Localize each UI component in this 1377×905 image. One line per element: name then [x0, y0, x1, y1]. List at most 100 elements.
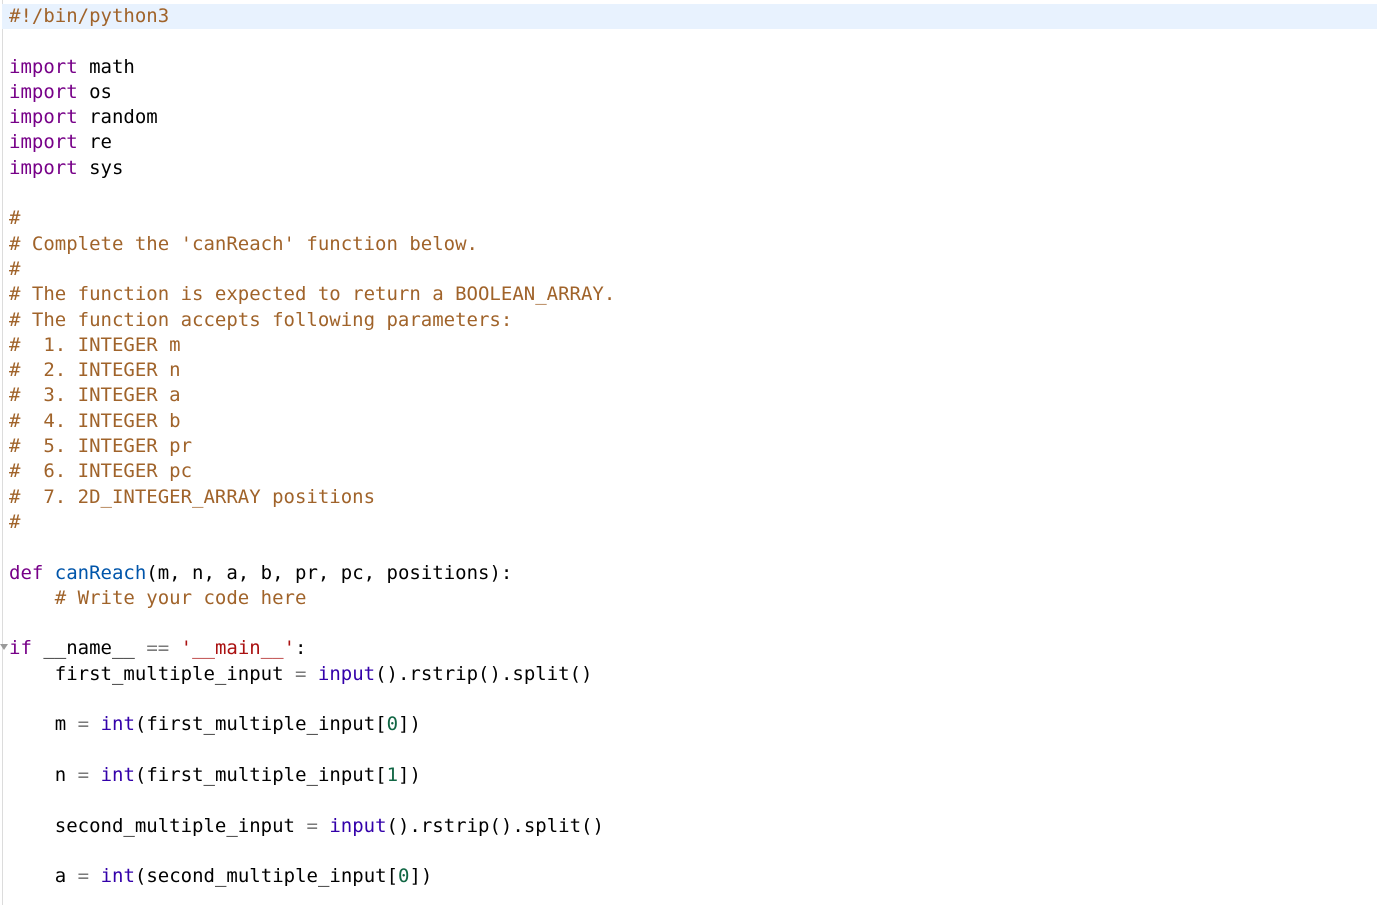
code-line-5[interactable]: import random — [9, 105, 1377, 130]
comment: # The function accepts following paramet… — [9, 308, 513, 331]
import-keyword: import — [9, 131, 78, 154]
code-line-14[interactable]: # 1. INTEGER m — [9, 333, 1377, 358]
variable: first_multiple_input — [146, 713, 376, 736]
assign-operator: = — [77, 713, 90, 736]
param-comment: # 7. 2D_INTEGER_ARRAY positions — [9, 485, 376, 508]
paren: ( — [134, 713, 147, 736]
import-keyword: import — [9, 156, 78, 179]
variable: first_multiple_input — [54, 662, 284, 685]
code-area[interactable]: #!/bin/python3 import math import os imp… — [2, 4, 1377, 889]
bracket: ]) — [409, 865, 433, 888]
code-line-6[interactable]: import re — [9, 130, 1377, 155]
code-line-29[interactable]: m = int(first_multiple_input[0]) — [9, 712, 1377, 737]
def-keyword: def — [9, 561, 44, 584]
code-line-7[interactable]: import sys — [9, 156, 1377, 181]
variable: first_multiple_input — [146, 763, 376, 786]
comment: # — [9, 207, 21, 230]
name-variable: __name__ — [43, 637, 135, 660]
code-line-25[interactable] — [9, 611, 1377, 636]
param-comment: # 4. INTEGER b — [9, 409, 181, 432]
code-line-11[interactable]: # — [9, 257, 1377, 282]
variable: second_multiple_input — [146, 865, 387, 888]
code-line-10[interactable]: # Complete the 'canReach' function below… — [9, 232, 1377, 257]
code-line-16[interactable]: # 3. INTEGER a — [9, 383, 1377, 408]
method-chain: ().rstrip().split() — [375, 662, 593, 685]
code-line-12[interactable]: # The function is expected to return a B… — [9, 282, 1377, 307]
code-line-23[interactable]: def canReach(m, n, a, b, pr, pc, positio… — [9, 561, 1377, 586]
code-line-19[interactable]: # 6. INTEGER pc — [9, 459, 1377, 484]
param-comment: # 6. INTEGER pc — [9, 460, 193, 483]
code-line-8[interactable] — [9, 181, 1377, 206]
builtin-int: int — [100, 763, 135, 786]
comment: # — [9, 510, 21, 533]
code-line-9[interactable]: # — [9, 206, 1377, 231]
if-keyword: if — [9, 637, 32, 660]
function-args: (m, n, a, b, pr, pc, positions): — [146, 561, 513, 584]
number: 0 — [398, 865, 410, 888]
builtin-input: input — [317, 662, 376, 685]
code-line-26[interactable]: if __name__ == '__main__': — [9, 636, 1377, 661]
code-line-33[interactable]: second_multiple_input = input().rstrip()… — [9, 814, 1377, 839]
assign-operator: = — [306, 814, 318, 837]
code-line-18[interactable]: # 5. INTEGER pr — [9, 434, 1377, 459]
module-name: sys — [89, 156, 124, 179]
comment: # — [9, 257, 21, 280]
variable: second_multiple_input — [54, 814, 295, 837]
code-line-3[interactable]: import math — [9, 55, 1377, 80]
module-name: os — [89, 80, 112, 103]
param-comment: # 5. INTEGER pr — [9, 435, 193, 458]
code-line-2[interactable] — [9, 29, 1377, 54]
number: 1 — [386, 763, 399, 786]
paren: ( — [134, 865, 147, 888]
param-comment: # 3. INTEGER a — [9, 384, 181, 407]
code-line-32[interactable] — [9, 788, 1377, 813]
code-line-1[interactable]: #!/bin/python3 — [2, 4, 1377, 30]
comment: # Complete the 'canReach' function below… — [9, 232, 478, 255]
number: 0 — [386, 713, 399, 736]
code-line-35[interactable]: a = int(second_multiple_input[0]) — [9, 864, 1377, 889]
assign-operator: = — [295, 662, 307, 685]
equality-operator: == — [146, 637, 170, 660]
code-line-24[interactable]: # Write your code here — [9, 586, 1377, 611]
write-code-comment: # Write your code here — [54, 586, 307, 609]
main-string: '__main__' — [180, 637, 296, 660]
code-line-28[interactable] — [9, 687, 1377, 712]
module-name: math — [89, 55, 135, 78]
variable: a — [54, 865, 67, 888]
bracket: [ — [375, 713, 387, 736]
code-editor[interactable]: #!/bin/python3 import math import os imp… — [0, 0, 1377, 905]
variable: n — [54, 763, 67, 786]
module-name: re — [89, 131, 112, 154]
import-keyword: import — [9, 55, 78, 78]
code-line-22[interactable] — [9, 535, 1377, 560]
builtin-input: input — [329, 814, 387, 837]
code-line-30[interactable] — [9, 738, 1377, 763]
code-line-31[interactable]: n = int(first_multiple_input[1]) — [9, 763, 1377, 788]
comment: # The function is expected to return a B… — [9, 283, 616, 306]
colon: : — [295, 637, 307, 660]
bracket: [ — [386, 865, 399, 888]
assign-operator: = — [77, 763, 90, 786]
paren: ( — [134, 763, 147, 786]
bracket: ]) — [398, 713, 421, 736]
shebang-comment: #!/bin/python3 — [9, 5, 170, 27]
import-keyword: import — [9, 106, 78, 129]
variable: m — [54, 713, 67, 736]
builtin-int: int — [100, 865, 135, 888]
code-line-13[interactable]: # The function accepts following paramet… — [9, 308, 1377, 333]
code-line-4[interactable]: import os — [9, 80, 1377, 105]
gutter-divider — [2, 0, 3, 905]
module-name: random — [89, 106, 158, 129]
code-line-27[interactable]: first_multiple_input = input().rstrip().… — [9, 662, 1377, 687]
import-keyword: import — [9, 80, 78, 103]
code-line-34[interactable] — [9, 839, 1377, 864]
code-line-20[interactable]: # 7. 2D_INTEGER_ARRAY positions — [9, 485, 1377, 510]
bracket: [ — [375, 763, 387, 786]
param-comment: # 1. INTEGER m — [9, 333, 181, 356]
code-line-15[interactable]: # 2. INTEGER n — [9, 358, 1377, 383]
code-line-17[interactable]: # 4. INTEGER b — [9, 409, 1377, 434]
builtin-int: int — [100, 713, 135, 736]
function-name: canReach — [54, 561, 147, 584]
fold-arrow-icon[interactable] — [0, 644, 8, 650]
code-line-21[interactable]: # — [9, 510, 1377, 535]
